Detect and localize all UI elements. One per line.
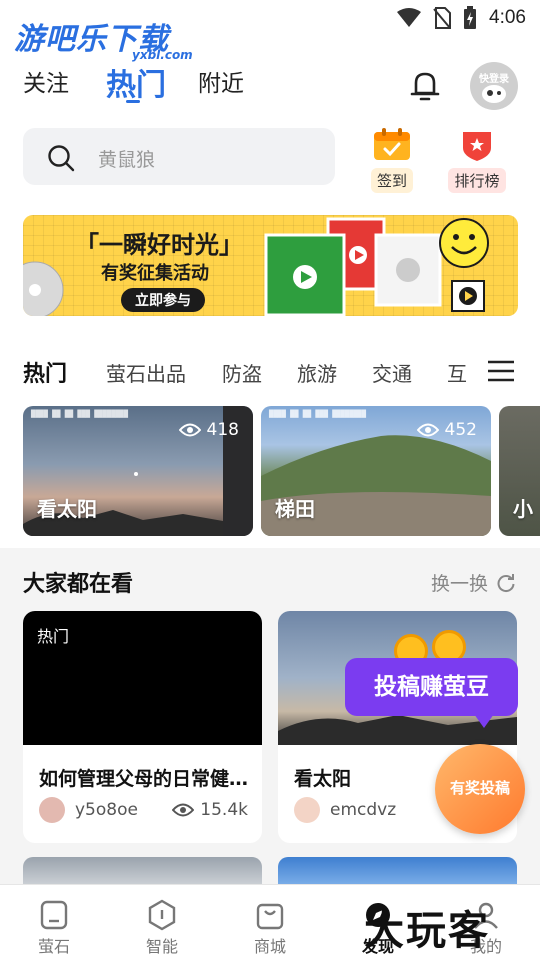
status-time: 4:06 (489, 7, 526, 28)
banner-section: 「一瞬好时光」 有奖征集活动 立即参与 (0, 208, 540, 330)
promo-bubble-tail (474, 714, 494, 728)
tab-mall[interactable]: 商城 (235, 899, 305, 957)
watermark-sub: yxbl.com (132, 48, 193, 62)
feed-card-peek[interactable] (23, 857, 262, 887)
refresh-icon (497, 573, 515, 592)
ranking-button[interactable]: 排行榜 (445, 128, 509, 193)
view-count: 452 (416, 420, 477, 440)
battery-charging-icon (464, 6, 477, 29)
photo-frames-illustration (264, 217, 489, 316)
category-tab-security[interactable]: 防盗 (222, 358, 262, 387)
tab-smart[interactable]: 智能 (127, 899, 197, 957)
feed-title: 如何管理父母的日常健… (39, 768, 249, 790)
section-title: 大家都在看 (23, 572, 134, 597)
watermark-bottom: 大玩客 (364, 908, 490, 954)
feed-thumbnail: 热门 (23, 611, 262, 745)
banner-cta-button[interactable]: 立即参与 (121, 288, 205, 312)
video-title: 梯田 (275, 497, 315, 521)
feed-meta: y5o8oe 15.4k (39, 797, 248, 823)
feed-card-peek[interactable] (278, 857, 517, 887)
eye-icon (416, 423, 439, 437)
search-input[interactable]: 黄鼠狼 (23, 128, 335, 185)
feed-tag: 热门 (37, 627, 70, 646)
disc-decoration-icon (23, 261, 64, 316)
category-tab-ezviz[interactable]: 萤石出品 (106, 358, 186, 387)
refresh-label: 换一换 (430, 573, 488, 595)
camera-avatar-icon (482, 85, 506, 103)
category-tab-traffic[interactable]: 交通 (372, 358, 412, 387)
wifi-icon (397, 8, 422, 27)
shopping-bag-icon (256, 903, 284, 930)
user-avatar[interactable] (294, 797, 320, 823)
no-sim-icon (433, 7, 452, 29)
checkin-button[interactable]: 签到 (360, 128, 424, 193)
view-count-value: 452 (444, 420, 477, 440)
view-count-value: 418 (206, 420, 239, 440)
user-avatar[interactable] (39, 797, 65, 823)
tab-label: 商城 (253, 937, 286, 956)
ranking-shield-icon (463, 132, 491, 161)
refresh-button[interactable]: 换一换 (431, 569, 516, 596)
ranking-label: 排行榜 (448, 168, 506, 193)
hexagon-icon (148, 899, 176, 931)
tab-home[interactable]: 萤石 (19, 899, 89, 957)
eye-icon (178, 423, 201, 437)
bell-icon[interactable] (408, 68, 442, 102)
video-card[interactable]: ████ ██ ██ ███ ████████ 418 看太阳 (23, 406, 253, 536)
home-icon (40, 900, 68, 930)
video-card[interactable]: 小 (499, 406, 540, 536)
category-tab-travel[interactable]: 旅游 (297, 358, 337, 387)
video-card[interactable]: ████ ██ ██ ███ ████████ 452 梯田 (261, 406, 491, 536)
feed-author[interactable]: y5o8oe (75, 800, 138, 820)
search-placeholder: 黄鼠狼 (98, 149, 156, 171)
avatar[interactable]: 快登录 (470, 62, 518, 110)
eye-icon (172, 803, 195, 817)
submit-promo-bubble[interactable]: 投稿赚萤豆 (345, 658, 518, 716)
category-tabs: 热门 萤石出品 防盗 旅游 交通 互 (0, 330, 540, 404)
event-banner[interactable]: 「一瞬好时光」 有奖征集活动 立即参与 (23, 215, 518, 316)
tab-nearby[interactable]: 附近 (198, 64, 244, 98)
tab-hot[interactable]: 热门 (106, 60, 166, 104)
tab-follow[interactable]: 关注 (23, 64, 69, 98)
active-tab-indicator (126, 100, 140, 103)
view-count: 418 (178, 420, 239, 440)
category-tab-partial[interactable]: 互 (447, 358, 467, 387)
feed-author[interactable]: emcdvz (330, 800, 396, 820)
hot-video-carousel[interactable]: ████ ██ ██ ███ ████████ 418 看太阳 ████ ██ … (0, 404, 540, 548)
tab-label: 智能 (145, 937, 178, 956)
banner-subtitle: 有奖征集活动 (101, 263, 209, 284)
banner-title: 「一瞬好时光」 (75, 231, 243, 259)
video-title: 看太阳 (37, 497, 97, 521)
tab-label: 萤石 (37, 937, 70, 956)
calendar-check-icon (374, 128, 410, 160)
feed-card[interactable]: 热门 如何管理父母的日常健… y5o8oe 15.4k (23, 611, 262, 843)
checkin-label: 签到 (370, 168, 413, 193)
search-icon (48, 145, 75, 172)
feed-views-value: 15.4k (200, 800, 248, 820)
submit-reward-fab[interactable]: 有奖投稿 (435, 744, 525, 834)
category-tab-hot[interactable]: 热门 (23, 356, 67, 388)
search-row: 黄鼠狼 签到 排行榜 (0, 124, 540, 208)
menu-icon[interactable] (487, 360, 515, 382)
watermark-logo-top: 游吧乐下载 yxbl.com (14, 14, 193, 66)
section-header: 大家都在看 换一换 (0, 554, 540, 610)
feed-views: 15.4k (172, 800, 248, 820)
video-title: 小 (513, 497, 533, 521)
